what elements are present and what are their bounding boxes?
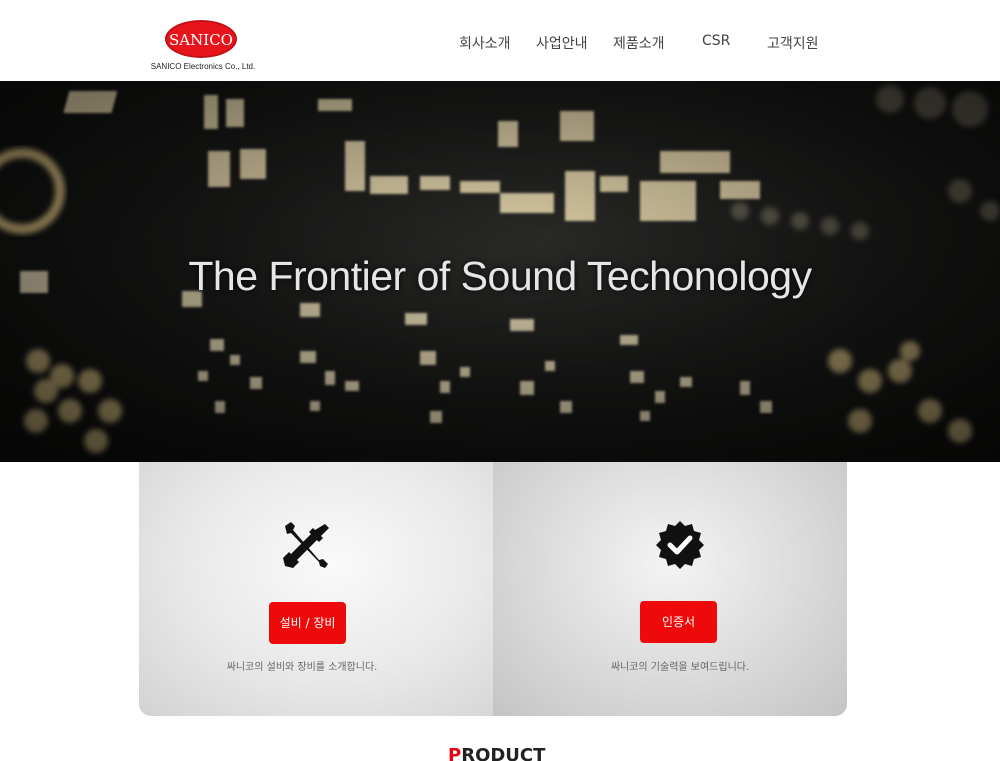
hero-title: The Frontier of Sound Techonology bbox=[188, 253, 812, 299]
card-description: 싸니코의 설비와 장비를 소개합니다. bbox=[226, 662, 378, 673]
nav-item-business[interactable]: 사업안내 bbox=[536, 33, 588, 53]
card-description: 싸니코의 기술력을 보여드립니다. bbox=[610, 662, 750, 673]
main-nav: 회사소개 사업안내 제품소개 CSR 고객지원 bbox=[0, 33, 1000, 53]
nav-item-support[interactable]: 고객지원 bbox=[767, 33, 819, 53]
card-equipment: 설비 / 장비 싸니코의 설비와 장비를 소개합니다. bbox=[139, 462, 493, 716]
product-title-first-letter: P bbox=[448, 745, 462, 761]
logo-subtext: SANICO Electronics Co., Ltd. bbox=[150, 62, 256, 71]
equipment-button[interactable]: 설비 / 장비 bbox=[269, 602, 346, 644]
site-header: SANICO SANICO Electronics Co., Ltd. 회사소개… bbox=[0, 0, 1000, 81]
nav-item-products[interactable]: 제품소개 bbox=[613, 33, 665, 53]
verified-badge-icon bbox=[656, 521, 704, 569]
certificates-button[interactable]: 인증서 bbox=[640, 601, 717, 643]
hero-banner: The Frontier of Sound Techonology bbox=[0, 81, 1000, 462]
tools-icon bbox=[283, 522, 329, 568]
feature-cards: 설비 / 장비 싸니코의 설비와 장비를 소개합니다. 인증서 싸니코의 기술력… bbox=[139, 462, 847, 716]
nav-item-company[interactable]: 회사소개 bbox=[459, 33, 511, 53]
product-title-rest: RODUCT bbox=[461, 745, 546, 761]
product-section-title: PRODUCT bbox=[448, 745, 545, 761]
card-certificates: 인증서 싸니코의 기술력을 보여드립니다. bbox=[493, 462, 847, 716]
nav-item-csr[interactable]: CSR bbox=[702, 33, 730, 49]
